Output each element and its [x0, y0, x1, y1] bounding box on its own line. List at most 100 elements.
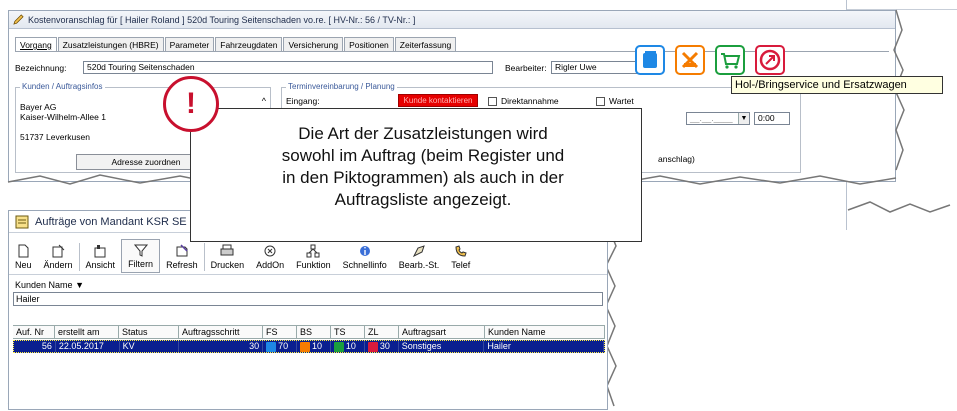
refresh-button[interactable]: Refresh — [160, 239, 204, 273]
cell-auftragsschritt: 30 — [179, 341, 264, 352]
filtern-button[interactable]: Filtern — [121, 239, 161, 273]
col-kunden-name[interactable]: Kunden Name — [485, 326, 605, 338]
bearbeiter-value: Rigler Uwe — [555, 62, 597, 72]
ts-icon[interactable] — [715, 45, 745, 75]
fs-mini-icon — [266, 341, 277, 352]
aendern-label: Ändern — [43, 260, 73, 270]
col-ts[interactable]: TS — [331, 326, 365, 338]
zl-symbol — [759, 49, 781, 71]
funktion-button[interactable]: Funktion — [290, 239, 337, 273]
kunden-group-title: Kunden / Auftragsinfos — [20, 82, 105, 91]
tooltip: Hol-/Bringservice und Ersatzwagen — [731, 76, 943, 94]
cell-ts: 10 — [331, 341, 365, 352]
refresh-icon — [176, 244, 188, 257]
drucken-button[interactable]: Drucken — [205, 239, 251, 273]
col-bs[interactable]: BS — [297, 326, 331, 338]
cell-bs: 10 — [297, 341, 331, 352]
status-icon — [412, 245, 425, 258]
kunden-name-filter-input[interactable]: Hailer — [13, 292, 603, 306]
callout-text: Die Art der Zusatzleistungen wird sowohl… — [213, 123, 633, 211]
bezeichnung-label: Bezeichnung: — [15, 63, 67, 73]
cell-bs-value: 10 — [312, 341, 323, 351]
list-icon — [15, 215, 29, 228]
tab-fahrzeugdaten[interactable]: Fahrzeugdaten — [215, 37, 283, 51]
cell-zl-value: 30 — [379, 341, 390, 351]
ts-symbol — [721, 53, 741, 69]
new-doc-icon — [18, 244, 29, 258]
ansicht-label: Ansicht — [85, 260, 116, 270]
ansicht-button[interactable]: Ansicht — [80, 239, 122, 273]
chevron-down-icon[interactable]: ▼ — [75, 280, 84, 290]
col-zl[interactable]: ZL — [365, 326, 399, 338]
termin-group-title: Terminvereinbarung / Planung — [286, 82, 397, 91]
callout-line-3: in den Piktogrammen) als auch in der — [282, 168, 564, 187]
printer-icon — [220, 244, 234, 256]
aendern-button[interactable]: Ändern — [38, 239, 79, 273]
phone-icon — [455, 245, 467, 257]
col-erstellt-am[interactable]: erstellt am — [55, 326, 119, 338]
col-auftragsart[interactable]: Auftragsart — [399, 326, 485, 338]
info-callout: Die Art der Zusatzleistungen wird sowohl… — [190, 108, 642, 242]
addon-label: AddOn — [256, 260, 285, 270]
list-toolbar: Neu Ändern Ansicht Filtern Refresh Druck… — [9, 239, 607, 275]
neu-button[interactable]: Neu — [9, 239, 38, 273]
bearb-st-label: Bearb.-St. — [398, 260, 440, 270]
warning-icon: ! — [163, 76, 219, 132]
neu-label: Neu — [15, 260, 32, 270]
direktannahme-checkbox[interactable]: Direktannahme — [488, 96, 559, 106]
tab-bar: Vorgang Zusatzleistungen (HBRE) Paramete… — [15, 37, 457, 51]
bs-symbol — [681, 51, 699, 69]
tab-zeiterfassung[interactable]: Zeiterfassung — [394, 37, 457, 51]
filter-label: Kunden Name — [15, 280, 73, 290]
addon-button[interactable]: AddOn — [250, 239, 290, 273]
table-row[interactable]: 56 22.05.2017 KV 30 70 10 10 30 Sonstige… — [13, 340, 605, 353]
wartet-checkbox[interactable]: Wartet — [596, 96, 634, 106]
tab-zusatzleistungen[interactable]: Zusatzleistungen (HBRE) — [57, 37, 164, 51]
filter-header[interactable]: Kunden Name ▼ — [15, 280, 84, 290]
cell-erstellt-am: 22.05.2017 — [56, 341, 120, 352]
bearbeiter-label: Bearbeiter: — [505, 63, 547, 73]
cell-status: KV — [120, 341, 180, 352]
grid-header: Auf. Nr erstellt am Status Auftragsschri… — [13, 325, 605, 339]
tab-parameter[interactable]: Parameter — [164, 37, 215, 51]
date-field[interactable]: __.__.____ ▼ — [686, 112, 750, 125]
cell-auf-nr: 56 — [14, 341, 56, 352]
list-title: Aufträge von Mandant KSR SE — [35, 215, 187, 228]
time-field[interactable]: 0:00 — [754, 112, 790, 125]
bezeichnung-field[interactable]: 520d Touring Seitenschaden — [83, 61, 493, 74]
tab-positionen[interactable]: Positionen — [344, 37, 394, 51]
col-auftragsschritt[interactable]: Auftragsschritt — [179, 326, 263, 338]
addon-icon — [264, 245, 276, 257]
window-title: Kostenvoranschlag für [ Hailer Roland ] … — [28, 14, 416, 25]
kunde-kontaktieren-button[interactable]: Kunde kontaktieren — [398, 94, 478, 107]
tab-vorgang[interactable]: Vorgang — [15, 37, 57, 51]
schnellinfo-button[interactable]: Schnellinfo — [337, 239, 393, 273]
window-titlebar: Kostenvoranschlag für [ Hailer Roland ] … — [9, 11, 895, 29]
bs-icon[interactable] — [675, 45, 705, 75]
zl-icon[interactable] — [755, 45, 785, 75]
bearb-st-button[interactable]: Bearb.-St. — [393, 239, 446, 273]
telefon-label: Telef — [451, 260, 471, 270]
fs-icon[interactable] — [635, 45, 665, 75]
pencil-icon — [13, 14, 24, 25]
info-icon — [359, 246, 370, 256]
tab-versicherung[interactable]: Versicherung — [283, 37, 344, 51]
col-fs[interactable]: FS — [263, 326, 297, 338]
address-line-2: Kaiser-Wilhelm-Allee 1 — [20, 112, 106, 122]
filtern-label: Filtern — [128, 259, 154, 269]
cell-fs-value: 70 — [278, 341, 289, 351]
filter-icon — [133, 244, 148, 257]
fs-symbol — [643, 51, 657, 68]
cell-zl: 30 — [365, 341, 399, 352]
callout-line-4: Auftragsliste angezeigt. — [334, 190, 512, 209]
refresh-label: Refresh — [166, 260, 198, 270]
col-status[interactable]: Status — [119, 326, 179, 338]
drucken-label: Drucken — [210, 260, 245, 270]
cell-kunden-name: Hailer — [484, 341, 604, 352]
date-value: __.__.____ — [690, 113, 733, 123]
col-auf-nr[interactable]: Auf. Nr — [13, 326, 55, 338]
telefon-button[interactable]: Telef — [445, 239, 476, 273]
chevron-down-icon[interactable]: ▼ — [738, 113, 749, 124]
bs-mini-icon — [300, 341, 311, 352]
scroll-up-icon[interactable]: ^ — [262, 96, 266, 106]
